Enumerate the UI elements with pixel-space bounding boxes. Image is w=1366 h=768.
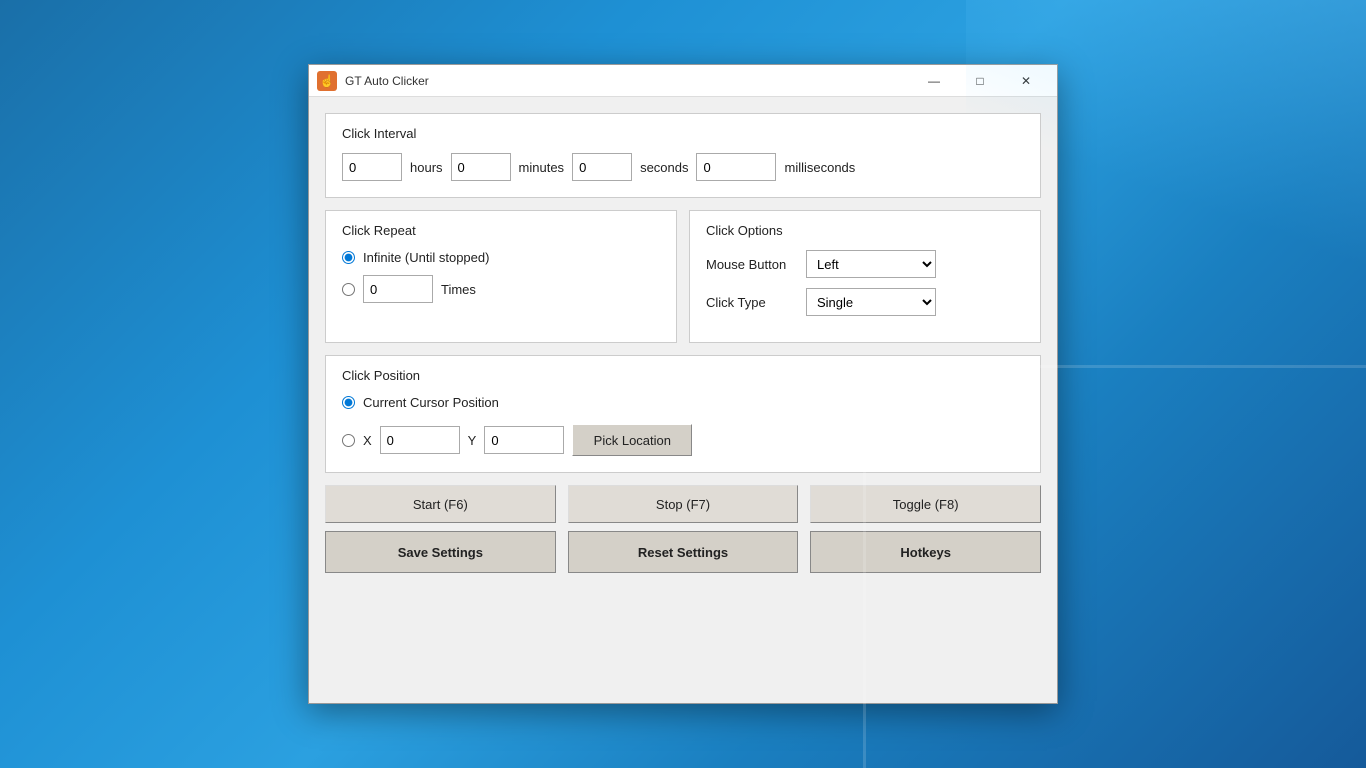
click-repeat-section: Click Repeat Infinite (Until stopped) Ti… <box>325 210 677 343</box>
milliseconds-input[interactable] <box>696 153 776 181</box>
seconds-input[interactable] <box>572 153 632 181</box>
ms-unit: milliseconds <box>784 160 855 175</box>
mouse-button-label: Mouse Button <box>706 257 796 272</box>
middle-row: Click Repeat Infinite (Until stopped) Ti… <box>325 210 1041 343</box>
click-repeat-label: Click Repeat <box>342 223 660 238</box>
close-button[interactable]: ✕ <box>1003 65 1049 97</box>
hours-unit: hours <box>410 160 443 175</box>
start-button[interactable]: Start (F6) <box>325 485 556 523</box>
times-label: Times <box>441 282 476 297</box>
minutes-unit: minutes <box>519 160 565 175</box>
times-input[interactable] <box>363 275 433 303</box>
click-interval-section: Click Interval hours minutes seconds mil… <box>325 113 1041 198</box>
click-options-section: Click Options Mouse Button Left Middle R… <box>689 210 1041 343</box>
pick-location-button[interactable]: Pick Location <box>572 424 692 456</box>
times-radio-row: Times <box>342 275 660 303</box>
settings-buttons-row: Save Settings Reset Settings Hotkeys <box>325 531 1041 573</box>
minimize-button[interactable]: — <box>911 65 957 97</box>
infinite-radio-row: Infinite (Until stopped) <box>342 250 660 265</box>
current-cursor-row: Current Cursor Position <box>342 395 1024 410</box>
mouse-button-row: Mouse Button Left Middle Right <box>706 250 1024 278</box>
click-position-section: Click Position Current Cursor Position X… <box>325 355 1041 473</box>
maximize-button[interactable]: □ <box>957 65 1003 97</box>
interval-row: hours minutes seconds milliseconds <box>342 153 1024 181</box>
control-buttons-row: Start (F6) Stop (F7) Toggle (F8) <box>325 485 1041 523</box>
save-settings-button[interactable]: Save Settings <box>325 531 556 573</box>
click-position-label: Click Position <box>342 368 1024 383</box>
window-body: Click Interval hours minutes seconds mil… <box>309 97 1057 597</box>
y-input[interactable] <box>484 426 564 454</box>
x-input[interactable] <box>380 426 460 454</box>
click-type-select[interactable]: Single Double <box>806 288 936 316</box>
app-window: ☝ GT Auto Clicker — □ ✕ Click Interval h… <box>308 64 1058 704</box>
window-controls: — □ ✕ <box>911 65 1049 97</box>
click-interval-label: Click Interval <box>342 126 1024 141</box>
reset-settings-button[interactable]: Reset Settings <box>568 531 799 573</box>
infinite-radio[interactable] <box>342 251 355 264</box>
hours-input[interactable] <box>342 153 402 181</box>
minutes-input[interactable] <box>451 153 511 181</box>
x-label: X <box>363 433 372 448</box>
cursor-radio[interactable] <box>342 396 355 409</box>
hotkeys-button[interactable]: Hotkeys <box>810 531 1041 573</box>
xy-row: X Y Pick Location <box>342 424 1024 456</box>
y-label: Y <box>468 433 477 448</box>
title-bar: ☝ GT Auto Clicker — □ ✕ <box>309 65 1057 97</box>
app-icon: ☝ <box>317 71 337 91</box>
app-icon-symbol: ☝ <box>320 74 335 88</box>
click-type-row: Click Type Single Double <box>706 288 1024 316</box>
xy-radio[interactable] <box>342 434 355 447</box>
infinite-label[interactable]: Infinite (Until stopped) <box>363 250 489 265</box>
click-options-label: Click Options <box>706 223 1024 238</box>
mouse-button-select[interactable]: Left Middle Right <box>806 250 936 278</box>
times-radio[interactable] <box>342 283 355 296</box>
cursor-label[interactable]: Current Cursor Position <box>363 395 499 410</box>
click-type-label: Click Type <box>706 295 796 310</box>
seconds-unit: seconds <box>640 160 688 175</box>
window-title: GT Auto Clicker <box>345 74 911 88</box>
toggle-button[interactable]: Toggle (F8) <box>810 485 1041 523</box>
stop-button[interactable]: Stop (F7) <box>568 485 799 523</box>
